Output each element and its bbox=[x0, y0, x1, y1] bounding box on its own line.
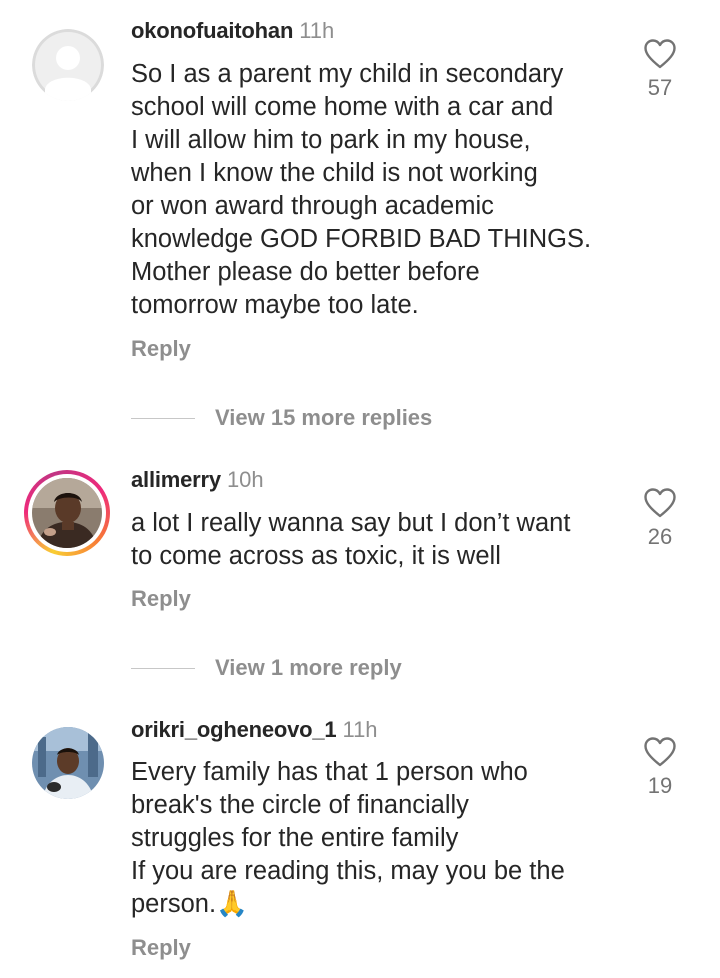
replies-divider bbox=[131, 667, 195, 669]
profile-photo-icon bbox=[32, 478, 102, 548]
default-avatar-icon bbox=[32, 29, 104, 101]
profile-photo-icon bbox=[32, 727, 104, 799]
comment-header: allimerry 10h bbox=[131, 466, 264, 494]
comment-header: okonofuaitohan 11h bbox=[131, 17, 334, 45]
heart-outline-icon bbox=[644, 737, 676, 767]
heart-outline-icon bbox=[644, 488, 676, 518]
like-count: 26 bbox=[647, 524, 673, 549]
heart-outline-icon bbox=[644, 39, 676, 69]
like-button[interactable]: 26 bbox=[636, 488, 684, 550]
avatar bbox=[32, 478, 102, 548]
like-button[interactable]: 57 bbox=[636, 39, 684, 101]
avatar[interactable] bbox=[32, 727, 104, 799]
view-replies-button[interactable]: View 1 more reply bbox=[131, 653, 402, 683]
comment-text: a lot I really wanna say but I don’t wan… bbox=[131, 509, 571, 570]
timestamp: 11h bbox=[342, 717, 378, 742]
timestamp: 11h bbox=[299, 18, 335, 43]
comment-text: Every family has that 1 person who break… bbox=[131, 758, 565, 918]
like-button[interactable]: 19 bbox=[636, 737, 684, 799]
comment-header: orikri_ogheneovo_1 11h bbox=[131, 716, 378, 744]
like-count: 19 bbox=[647, 773, 673, 798]
comment-text: So I as a parent my child in secondary s… bbox=[131, 60, 592, 319]
view-replies-label: View 1 more reply bbox=[215, 655, 402, 680]
view-replies-label: View 15 more replies bbox=[215, 405, 433, 430]
like-count: 57 bbox=[647, 75, 673, 100]
username[interactable]: allimerry bbox=[131, 467, 221, 492]
avatar[interactable] bbox=[32, 29, 104, 101]
replies-divider bbox=[131, 417, 195, 419]
username[interactable]: okonofuaitohan bbox=[131, 18, 293, 43]
timestamp: 10h bbox=[226, 467, 264, 492]
reply-button[interactable]: Reply bbox=[131, 935, 191, 961]
view-replies-button[interactable]: View 15 more replies bbox=[131, 403, 432, 433]
story-ring[interactable] bbox=[24, 470, 110, 556]
username[interactable]: orikri_ogheneovo_1 bbox=[131, 717, 337, 742]
reply-button[interactable]: Reply bbox=[131, 586, 191, 612]
reply-button[interactable]: Reply bbox=[131, 336, 191, 362]
